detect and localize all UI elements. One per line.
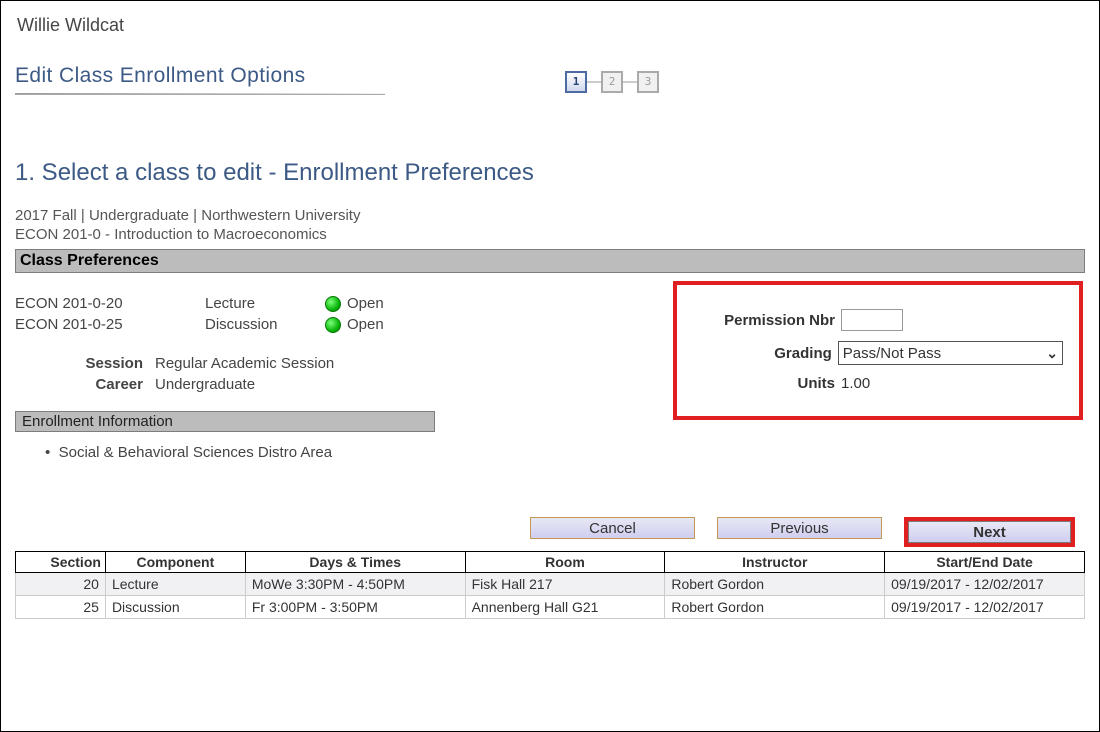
class-code: ECON 201-0-25 bbox=[15, 316, 205, 333]
career-row: Career Undergraduate bbox=[15, 376, 655, 393]
cell-room: Fisk Hall 217 bbox=[465, 573, 665, 596]
cell-room: Annenberg Hall G21 bbox=[465, 596, 665, 619]
chevron-down-icon: ⌄ bbox=[1046, 345, 1058, 362]
table-row: 25 Discussion Fr 3:00PM - 3:50PM Annenbe… bbox=[16, 596, 1085, 619]
class-status: Open bbox=[325, 295, 384, 312]
cell-component: Lecture bbox=[105, 573, 245, 596]
class-code: ECON 201-0-20 bbox=[15, 295, 205, 312]
session-label: Session bbox=[15, 355, 155, 372]
step-1[interactable]: 1 bbox=[565, 71, 587, 93]
previous-button[interactable]: Previous bbox=[717, 517, 882, 539]
th-room: Room bbox=[465, 552, 665, 573]
cell-dates: 09/19/2017 - 12/02/2017 bbox=[885, 573, 1085, 596]
th-days-times: Days & Times bbox=[245, 552, 465, 573]
th-component: Component bbox=[105, 552, 245, 573]
permission-label: Permission Nbr bbox=[687, 312, 835, 329]
class-status: Open bbox=[325, 316, 384, 333]
next-button[interactable]: Next bbox=[908, 521, 1071, 543]
permission-row: Permission Nbr bbox=[687, 309, 1063, 331]
units-label: Units bbox=[687, 375, 835, 392]
enrollment-options-box: Permission Nbr Grading Pass/Not Pass ⌄ U… bbox=[673, 281, 1083, 420]
user-name: Willie Wildcat bbox=[17, 15, 1085, 36]
cell-instructor: Robert Gordon bbox=[665, 573, 885, 596]
career-label: Career bbox=[15, 376, 155, 393]
section-title: 1. Select a class to edit - Enrollment P… bbox=[15, 159, 1085, 187]
enrollment-information-bar: Enrollment Information bbox=[15, 411, 435, 432]
class-row: ECON 201-0-20 Lecture Open bbox=[15, 295, 655, 312]
th-instructor: Instructor bbox=[665, 552, 885, 573]
session-row: Session Regular Academic Session bbox=[15, 355, 655, 372]
step-2[interactable]: 2 bbox=[601, 71, 623, 93]
term-line: 2017 Fall | Undergraduate | Northwestern… bbox=[15, 207, 1085, 224]
class-row: ECON 201-0-25 Discussion Open bbox=[15, 316, 655, 333]
step-3[interactable]: 3 bbox=[637, 71, 659, 93]
status-open-icon bbox=[325, 317, 341, 333]
th-dates: Start/End Date bbox=[885, 552, 1085, 573]
units-value: 1.00 bbox=[841, 375, 870, 392]
grading-row: Grading Pass/Not Pass ⌄ bbox=[687, 341, 1063, 365]
cancel-button[interactable]: Cancel bbox=[530, 517, 695, 539]
units-row: Units 1.00 bbox=[687, 375, 1063, 392]
cell-component: Discussion bbox=[105, 596, 245, 619]
class-status-text: Open bbox=[347, 316, 384, 333]
grading-label: Grading bbox=[687, 345, 832, 362]
schedule-table: Section Component Days & Times Room Inst… bbox=[15, 551, 1085, 619]
class-component: Lecture bbox=[205, 295, 325, 312]
cell-section: 25 bbox=[16, 596, 106, 619]
table-header-row: Section Component Days & Times Room Inst… bbox=[16, 552, 1085, 573]
step-connector bbox=[587, 81, 601, 83]
grading-value: Pass/Not Pass bbox=[843, 345, 941, 362]
cell-dates: 09/19/2017 - 12/02/2017 bbox=[885, 596, 1085, 619]
heading-row: Edit Class Enrollment Options 1 2 3 bbox=[15, 64, 1085, 99]
enrollment-bullet-text: Social & Behavioral Sciences Distro Area bbox=[59, 444, 332, 461]
button-row: Cancel Previous Next bbox=[15, 517, 1085, 547]
grading-select[interactable]: Pass/Not Pass ⌄ bbox=[838, 341, 1063, 365]
cell-days-times: Fr 3:00PM - 3:50PM bbox=[245, 596, 465, 619]
class-component: Discussion bbox=[205, 316, 325, 333]
step-indicator: 1 2 3 bbox=[565, 71, 659, 93]
page-heading: Edit Class Enrollment Options bbox=[15, 64, 385, 95]
step-connector bbox=[623, 81, 637, 83]
career-value: Undergraduate bbox=[155, 376, 255, 393]
preferences-body: ECON 201-0-20 Lecture Open ECON 201-0-25… bbox=[15, 273, 1085, 471]
status-open-icon bbox=[325, 296, 341, 312]
next-button-highlight: Next bbox=[904, 517, 1075, 547]
permission-nbr-input[interactable] bbox=[841, 309, 903, 331]
th-section: Section bbox=[16, 552, 106, 573]
table-row: 20 Lecture MoWe 3:30PM - 4:50PM Fisk Hal… bbox=[16, 573, 1085, 596]
class-status-text: Open bbox=[347, 295, 384, 312]
cell-section: 20 bbox=[16, 573, 106, 596]
preferences-left-column: ECON 201-0-20 Lecture Open ECON 201-0-25… bbox=[15, 291, 655, 461]
enrollment-bullet: • Social & Behavioral Sciences Distro Ar… bbox=[45, 444, 655, 461]
session-value: Regular Academic Session bbox=[155, 355, 334, 372]
class-preferences-bar: Class Preferences bbox=[15, 249, 1085, 273]
cell-instructor: Robert Gordon bbox=[665, 596, 885, 619]
course-line: ECON 201-0 - Introduction to Macroeconom… bbox=[15, 226, 1085, 243]
cell-days-times: MoWe 3:30PM - 4:50PM bbox=[245, 573, 465, 596]
page-container: Willie Wildcat Edit Class Enrollment Opt… bbox=[0, 0, 1100, 732]
